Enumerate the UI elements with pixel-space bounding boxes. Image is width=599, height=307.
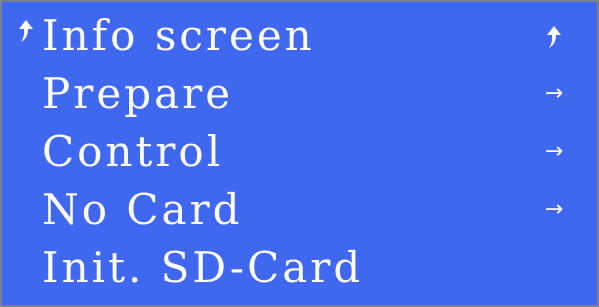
back-arrow-icon	[541, 18, 567, 54]
right-arrow-icon: →	[544, 139, 564, 164]
menu-item-label: Init. SD-Card	[42, 243, 364, 292]
menu-item-info-screen[interactable]: Info screen	[2, 10, 597, 62]
menu-item-label: Prepare	[42, 69, 234, 118]
right-arrow-icon: →	[544, 81, 564, 106]
lcd-screen: Info screen Prepare → Control → No Card …	[0, 0, 599, 307]
menu-item-label: Control	[42, 127, 224, 176]
menu-item-prepare[interactable]: Prepare →	[2, 68, 597, 120]
right-arrow-icon: →	[544, 197, 564, 222]
menu-item-no-card[interactable]: No Card →	[2, 184, 597, 236]
menu-item-label: Info screen	[42, 11, 315, 60]
menu-item-control[interactable]: Control →	[2, 126, 597, 178]
back-arrow-icon	[16, 16, 40, 56]
menu-item-init-sd-card[interactable]: Init. SD-Card	[2, 242, 597, 294]
menu-item-label: No Card	[42, 185, 243, 234]
